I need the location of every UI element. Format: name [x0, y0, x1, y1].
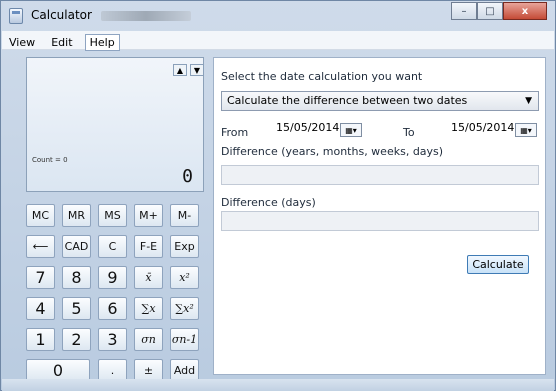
window-footer	[2, 379, 554, 391]
memory-subtract-button[interactable]: M-	[170, 204, 199, 227]
calendar-icon[interactable]: ▦▾	[515, 123, 537, 137]
memory-clear-button[interactable]: MC	[26, 204, 55, 227]
digit-2-button[interactable]: 2	[62, 328, 91, 351]
sum-squares-button[interactable]: ∑x²	[170, 297, 199, 320]
backspace-button[interactable]: ⟵	[26, 235, 55, 258]
digit-9-button[interactable]: 9	[98, 266, 127, 289]
digit-3-button[interactable]: 3	[98, 328, 127, 351]
digit-6-button[interactable]: 6	[98, 297, 127, 320]
menu-edit[interactable]: Edit	[47, 35, 76, 50]
history-down-button[interactable]: ▼	[190, 64, 204, 76]
mean-squares-button[interactable]: x²	[170, 266, 199, 289]
calculator-icon	[9, 8, 23, 24]
calculator-window: Calculator – □ x View Edit Help ▲ ▼ Coun…	[0, 0, 556, 391]
exp-button[interactable]: Exp	[170, 235, 199, 258]
menu-bar: View Edit Help	[2, 31, 554, 51]
digit-1-button[interactable]: 1	[26, 328, 55, 351]
to-date-picker[interactable]: 15/05/2014 ▦▾	[451, 121, 537, 139]
memory-recall-button[interactable]: MR	[62, 204, 91, 227]
sample-std-dev-button[interactable]: σn-1	[170, 328, 199, 351]
menu-help[interactable]: Help	[84, 34, 120, 51]
instruction-label: Select the date calculation you want	[221, 70, 423, 83]
date-calculation-panel: Select the date calculation you want Cal…	[213, 57, 546, 375]
title-bar: Calculator – □ x	[1, 1, 555, 31]
main-content: ▲ ▼ Count = 0 0 MC MR MS M+ M- ⟵ CAD C F…	[11, 55, 547, 382]
blurred-title-text	[101, 11, 191, 21]
from-date-picker[interactable]: 15/05/2014 ▦▾	[276, 121, 362, 139]
from-label: From	[221, 126, 249, 139]
digit-7-button[interactable]: 7	[26, 266, 55, 289]
calculate-button[interactable]: Calculate	[467, 255, 529, 274]
display-value: 0	[182, 166, 193, 187]
close-button[interactable]: x	[503, 2, 547, 20]
to-date-value: 15/05/2014	[451, 121, 515, 134]
memory-add-button[interactable]: M+	[134, 204, 163, 227]
clear-button[interactable]: C	[98, 235, 127, 258]
memory-store-button[interactable]: MS	[98, 204, 127, 227]
minimize-button[interactable]: –	[451, 2, 477, 20]
fe-button[interactable]: F-E	[134, 235, 163, 258]
difference-ymwd-label: Difference (years, months, weeks, days)	[221, 145, 444, 158]
to-label: To	[403, 126, 415, 139]
maximize-button[interactable]: □	[477, 2, 503, 20]
digit-8-button[interactable]: 8	[62, 266, 91, 289]
from-date-value: 15/05/2014	[276, 121, 340, 134]
count-label: Count = 0	[32, 156, 68, 164]
menu-view[interactable]: View	[5, 35, 39, 50]
clear-all-data-button[interactable]: CAD	[62, 235, 91, 258]
window-title: Calculator	[31, 8, 92, 22]
std-dev-button[interactable]: σn	[134, 328, 163, 351]
calculation-mode-select[interactable]: Calculate the difference between two dat…	[221, 91, 539, 111]
history-up-button[interactable]: ▲	[173, 64, 187, 76]
difference-ymwd-output	[221, 165, 539, 185]
calculator-panel: ▲ ▼ Count = 0 0 MC MR MS M+ M- ⟵ CAD C F…	[26, 57, 206, 382]
mean-button[interactable]: x̄	[134, 266, 163, 289]
chevron-down-icon: ▼	[525, 96, 532, 106]
digit-5-button[interactable]: 5	[62, 297, 91, 320]
calculation-mode-value: Calculate the difference between two dat…	[227, 94, 468, 107]
sum-button[interactable]: ∑x	[134, 297, 163, 320]
digit-4-button[interactable]: 4	[26, 297, 55, 320]
calendar-icon[interactable]: ▦▾	[340, 123, 362, 137]
difference-days-label: Difference (days)	[221, 196, 316, 209]
calculator-display: ▲ ▼ Count = 0 0	[26, 57, 204, 192]
difference-days-output	[221, 211, 539, 231]
window-controls: – □ x	[451, 2, 547, 22]
